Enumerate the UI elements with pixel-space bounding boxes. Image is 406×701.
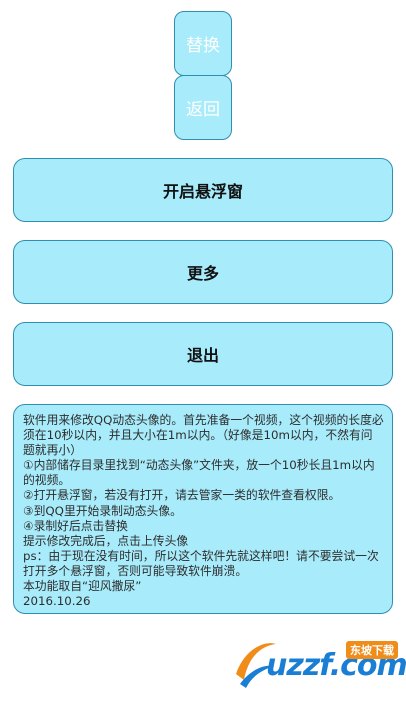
back-button[interactable]: 返回 [174,75,232,140]
site-watermark-logo: uzzf.com 东坡下载 [230,630,406,701]
exit-button[interactable]: 退出 [13,322,393,386]
instructions-panel: 软件用来修改QQ动态头像的。首先准备一个视频，这个视频的长度必须在10秒以内，并… [13,404,393,614]
replace-button[interactable]: 替换 [174,11,232,76]
instructions-line: ps：由于现在没有时间，所以这个软件先就这样吧！请不要尝试一次打开多个悬浮窗，否… [23,548,379,578]
instructions-line: ①内部储存目录里找到“动态头像”文件夹，放一个10秒长且1m以内的视频。 [23,458,375,488]
instructions-line: 本功能取自“迎风撒尿” [23,579,142,594]
instructions-line: 提示修改完成后，点击上传头像 [23,533,189,548]
instructions-date: 2016.10.26 [23,594,91,609]
instructions-line: ④录制好后点击替换 [23,518,128,533]
instructions-line: 软件用来修改QQ动态头像的。首先准备一个视频，这个视频的长度必须在10秒以内，并… [23,413,384,458]
more-button[interactable]: 更多 [13,240,393,304]
instructions-line: ②打开悬浮窗，若没有打开，请去管家一类的软件查看权限。 [23,488,341,503]
logo-badge: 东坡下载 [346,641,398,659]
instructions-line: ③到QQ里开始录制动态头像。 [23,503,182,518]
open-float-window-button[interactable]: 开启悬浮窗 [13,158,393,222]
